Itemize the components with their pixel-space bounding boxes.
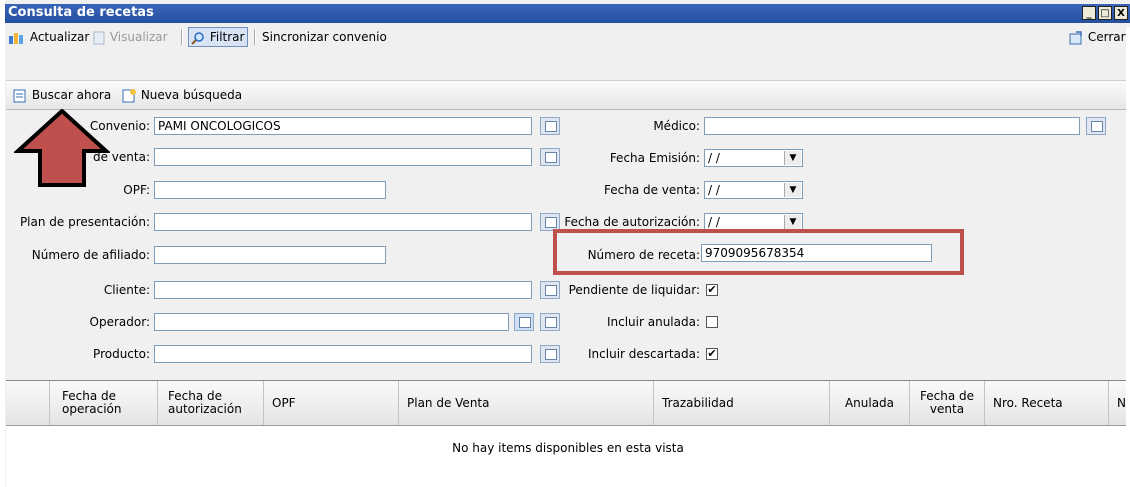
descartada-label: Incluir descartada: — [588, 347, 700, 361]
nueva-busqueda-label: Nueva búsqueda — [140, 88, 243, 102]
toolbar-separator — [181, 29, 183, 45]
producto-field[interactable] — [154, 345, 532, 363]
annotation-arrow-icon — [14, 109, 110, 187]
fecha-emision-label: Fecha Emisión: — [609, 151, 700, 165]
convenio-field[interactable]: PAMI ONCOLOGICOS — [154, 117, 532, 135]
anulada-label: Incluir anulada: — [606, 315, 700, 329]
producto-lookup-button[interactable] — [540, 345, 560, 363]
app-window: Consulta de recetas _ □ X Actualizar Vis… — [0, 0, 1130, 487]
grid-col-fecha-operacion[interactable]: Fecha de operación — [50, 381, 158, 425]
medico-field[interactable] — [704, 117, 1080, 135]
fecha-emision-picker[interactable]: / / ▼ — [704, 149, 803, 167]
window-title: Consulta de recetas — [8, 5, 154, 20]
producto-label: Producto: — [93, 347, 150, 361]
actualizar-label: Actualizar — [29, 30, 90, 44]
grid-col-selector — [6, 381, 50, 425]
descartada-checkbox[interactable]: ✔ — [706, 348, 718, 360]
exit-icon — [1069, 30, 1082, 44]
plan-presentacion-field[interactable] — [154, 213, 532, 231]
visualizar-label: Visualizar — [109, 30, 168, 44]
toolbar-separator — [254, 29, 256, 45]
operador-list-button[interactable] — [514, 313, 534, 331]
chevron-down-icon[interactable]: ▼ — [784, 151, 801, 165]
fecha-venta-picker[interactable]: / / ▼ — [704, 181, 803, 199]
document-icon — [93, 31, 105, 44]
filtrar-button[interactable]: Filtrar — [188, 27, 249, 47]
plan-venta-field[interactable] — [154, 148, 532, 166]
grid-col-anulada[interactable]: Anulada — [830, 381, 910, 425]
cerrar-button[interactable]: Cerrar — [1068, 27, 1126, 47]
operador-field[interactable] — [154, 313, 509, 331]
close-button[interactable]: X — [1114, 6, 1128, 20]
pendiente-checkbox[interactable]: ✔ — [706, 284, 718, 296]
new-search-icon — [122, 88, 136, 102]
results-grid: Fecha de operación Fecha de autorización O… — [6, 380, 1130, 487]
buscar-ahora-label: Buscar ahora — [31, 88, 112, 102]
filtrar-label: Filtrar — [209, 30, 245, 44]
plan-venta-lookup-button[interactable] — [540, 148, 560, 166]
operador-lookup-button[interactable] — [540, 313, 560, 331]
afiliado-label: Número de afiliado: — [31, 248, 150, 262]
maximize-button[interactable]: □ — [1098, 6, 1112, 20]
grid-col-fecha-autorizacion[interactable]: Fecha de autorización — [158, 381, 264, 425]
actualizar-button[interactable]: Actualizar — [8, 27, 89, 47]
grid-col-opf[interactable]: OPF — [264, 381, 399, 425]
medico-label: Médico: — [653, 119, 700, 133]
grid-col-nro-receta[interactable]: Nro. Receta — [985, 381, 1109, 425]
convenio-lookup-button[interactable] — [540, 117, 560, 135]
fecha-emision-value: / / — [708, 151, 720, 165]
nueva-busqueda-button[interactable]: Nueva búsqueda — [121, 85, 242, 105]
search-action-bar: Buscar ahora Nueva búsqueda — [6, 80, 1130, 110]
fecha-venta-value: / / — [708, 183, 720, 197]
cliente-field[interactable] — [154, 281, 532, 299]
search-document-icon — [13, 89, 26, 102]
afiliado-field[interactable] — [154, 246, 386, 264]
title-bar: Consulta de recetas _ □ X — [4, 4, 1130, 23]
refresh-icon — [9, 32, 23, 44]
grid-col-trazabilidad[interactable]: Trazabilidad — [654, 381, 830, 425]
chevron-down-icon[interactable]: ▼ — [784, 183, 801, 197]
minimize-button[interactable]: _ — [1082, 6, 1096, 20]
window-left-edge — [0, 0, 5, 487]
plan-presentacion-label: Plan de presentación: — [19, 215, 150, 229]
cliente-lookup-button[interactable] — [540, 281, 560, 299]
grid-header: Fecha de operación Fecha de autorización O… — [6, 381, 1130, 426]
magnifier-icon — [191, 31, 204, 45]
buscar-ahora-button[interactable]: Buscar ahora — [12, 85, 111, 105]
operador-label: Operador: — [89, 315, 150, 329]
pendiente-label: Pendiente de liquidar: — [568, 283, 700, 297]
opf-field[interactable] — [154, 181, 386, 199]
sincronizar-label: Sincronizar convenio — [262, 30, 387, 44]
fecha-venta-label: Fecha de venta: — [603, 183, 700, 197]
grid-col-fecha-venta[interactable]: Fecha de venta — [910, 381, 985, 425]
cerrar-label: Cerrar — [1087, 30, 1126, 44]
medico-lookup-button[interactable] — [1086, 117, 1106, 135]
chevron-down-icon[interactable]: ▼ — [784, 215, 801, 229]
visualizar-button[interactable]: Visualizar — [92, 27, 168, 47]
highlight-box — [553, 229, 964, 275]
grid-empty-message: No hay items disponibles en esta vista — [452, 441, 684, 455]
fecha-autorizacion-value: / / — [708, 215, 720, 229]
cliente-label: Cliente: — [103, 283, 150, 297]
window-right-edge — [1126, 27, 1130, 487]
sincronizar-button[interactable]: Sincronizar convenio — [262, 27, 387, 47]
anulada-checkbox[interactable] — [706, 316, 718, 328]
grid-col-plan-venta[interactable]: Plan de Venta — [399, 381, 654, 425]
